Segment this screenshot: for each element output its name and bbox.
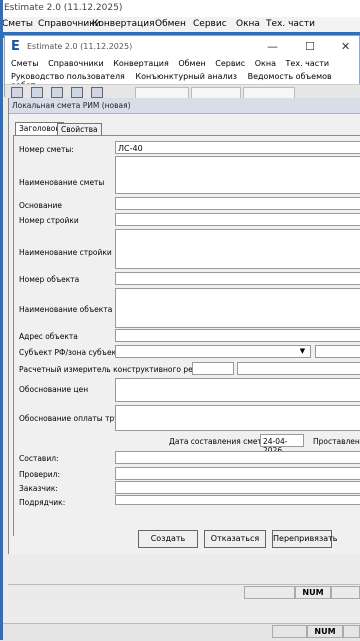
construction-name-label: Наименование стройки bbox=[19, 248, 112, 257]
construction-number-field[interactable] bbox=[115, 213, 360, 226]
object-address-field[interactable] bbox=[115, 329, 360, 342]
outer-menu-windows[interactable]: Окна bbox=[236, 19, 260, 29]
basis-label: Основание bbox=[19, 201, 62, 210]
price-basis-label: Обоснование цен bbox=[19, 385, 89, 394]
contractor-field[interactable] bbox=[115, 495, 360, 505]
inner-menu-bar: Сметы Справочники Конвертация Обмен Серв… bbox=[11, 59, 336, 68]
open-icon[interactable] bbox=[31, 87, 43, 98]
status-cell bbox=[342, 625, 360, 638]
num-lock-indicator-outer: NUM bbox=[306, 625, 344, 638]
object-number-field[interactable] bbox=[115, 272, 360, 285]
form-titlebar: Локальная смета РИМ (новая) bbox=[9, 98, 360, 114]
price-basis-field[interactable] bbox=[115, 378, 360, 402]
checked-field[interactable] bbox=[115, 467, 360, 480]
toolbar bbox=[5, 84, 360, 99]
outer-window-title: Estimate 2.0 (11.12.2025) bbox=[4, 3, 123, 13]
date-field[interactable]: 24-04-2026 bbox=[260, 434, 304, 455]
menu-service[interactable]: Сервис bbox=[215, 59, 245, 68]
status-cell bbox=[244, 586, 296, 599]
outer-menu-conversion[interactable]: Конвертация bbox=[92, 19, 154, 29]
construction-number-label: Номер стройки bbox=[19, 216, 79, 225]
subject-rf-dropdown[interactable] bbox=[115, 345, 311, 358]
date-label: Дата составления сметы: bbox=[169, 437, 271, 446]
cancel-button[interactable]: Отказаться bbox=[204, 530, 266, 548]
outer-menu-exchange[interactable]: Обмен bbox=[155, 19, 186, 29]
chevron-down-icon[interactable]: ▼ bbox=[298, 347, 307, 355]
object-number-label: Номер объекта bbox=[19, 275, 80, 284]
form-title: Локальная смета РИМ (новая) bbox=[12, 101, 131, 110]
customer-label: Заказчик: bbox=[19, 484, 58, 493]
tab-properties[interactable]: Свойства bbox=[57, 123, 102, 135]
copy-icon[interactable] bbox=[71, 87, 83, 98]
num-lock-indicator: NUM bbox=[294, 586, 332, 599]
posted-label: Проставлен bbox=[313, 437, 360, 446]
edit-icon[interactable] bbox=[51, 87, 63, 98]
object-name-field[interactable] bbox=[115, 288, 360, 328]
menu-market-analysis[interactable]: Конъюнктурный анализ bbox=[135, 72, 237, 81]
outer-window-titlebar: Estimate 2.0 (11.12.2025) bbox=[0, 0, 360, 17]
menu-estimates[interactable]: Сметы bbox=[11, 59, 39, 68]
checked-label: Проверил: bbox=[19, 470, 60, 479]
menu-windows[interactable]: Окна bbox=[255, 59, 276, 68]
menu-exchange[interactable]: Обмен bbox=[178, 59, 205, 68]
outer-menu-bar: Сметы Справочники Конвертация Обмен Серв… bbox=[0, 17, 360, 32]
status-cell bbox=[330, 586, 360, 599]
object-address-label: Адрес объекта bbox=[19, 332, 78, 341]
menu-tech[interactable]: Тех. части bbox=[286, 59, 330, 68]
labor-basis-field[interactable] bbox=[115, 405, 360, 431]
compiled-field[interactable] bbox=[115, 451, 360, 464]
inner-window-title: Estimate 2.0 (11.12.2025) bbox=[27, 42, 133, 51]
subject-zone-field[interactable] bbox=[315, 345, 360, 358]
menu-conversion[interactable]: Конвертация bbox=[113, 59, 169, 68]
minimize-icon[interactable]: — bbox=[267, 40, 278, 53]
menu-references[interactable]: Справочники bbox=[48, 59, 104, 68]
relink-button[interactable]: Перепривязать bbox=[272, 530, 338, 548]
outer-menu-service[interactable]: Сервис bbox=[193, 19, 227, 29]
estimate-number-field[interactable]: ЛС-40 bbox=[115, 141, 360, 154]
contractor-label: Подрядчик: bbox=[19, 498, 66, 507]
estimate-name-field[interactable] bbox=[115, 156, 360, 194]
subject-rf-label: Субъект РФ/зона субъекта: bbox=[19, 348, 128, 357]
customer-field[interactable] bbox=[115, 481, 360, 494]
maximize-icon[interactable]: ☐ bbox=[305, 40, 315, 53]
close-icon[interactable]: ✕ bbox=[341, 40, 350, 53]
measure-field[interactable] bbox=[192, 362, 234, 375]
measure-label: Расчетный измеритель конструктивного реш… bbox=[19, 365, 222, 374]
create-button[interactable]: Создать bbox=[138, 530, 198, 548]
outer-status-bar: NUM bbox=[0, 623, 360, 641]
inner-window-titlebar: E Estimate 2.0 (11.12.2025) — ☐ ✕ bbox=[5, 36, 360, 58]
app-logo: E bbox=[11, 39, 20, 54]
basis-field[interactable] bbox=[115, 197, 360, 210]
object-name-label: Наименование объекта bbox=[19, 305, 113, 314]
construction-name-field[interactable] bbox=[115, 229, 360, 269]
measure-unit-field[interactable] bbox=[237, 362, 360, 375]
outer-menu-tech[interactable]: Тех. части bbox=[266, 19, 315, 29]
outer-menu-estimates[interactable]: Сметы bbox=[2, 19, 33, 29]
estimate-name-label: Наименование сметы bbox=[19, 178, 105, 187]
delete-icon[interactable] bbox=[91, 87, 103, 98]
new-icon[interactable] bbox=[11, 87, 23, 98]
menu-user-guide[interactable]: Руководство пользователя bbox=[11, 72, 125, 81]
status-bar: NUM bbox=[8, 584, 360, 599]
compiled-label: Составил: bbox=[19, 454, 59, 463]
estimate-form-window: Локальная смета РИМ (новая) Заголовок Св… bbox=[8, 98, 360, 554]
status-cell bbox=[272, 625, 308, 638]
estimate-number-label: Номер сметы: bbox=[19, 145, 74, 154]
desktop-edge bbox=[0, 0, 3, 640]
inner-window: E Estimate 2.0 (11.12.2025) — ☐ ✕ Сметы … bbox=[4, 35, 360, 99]
